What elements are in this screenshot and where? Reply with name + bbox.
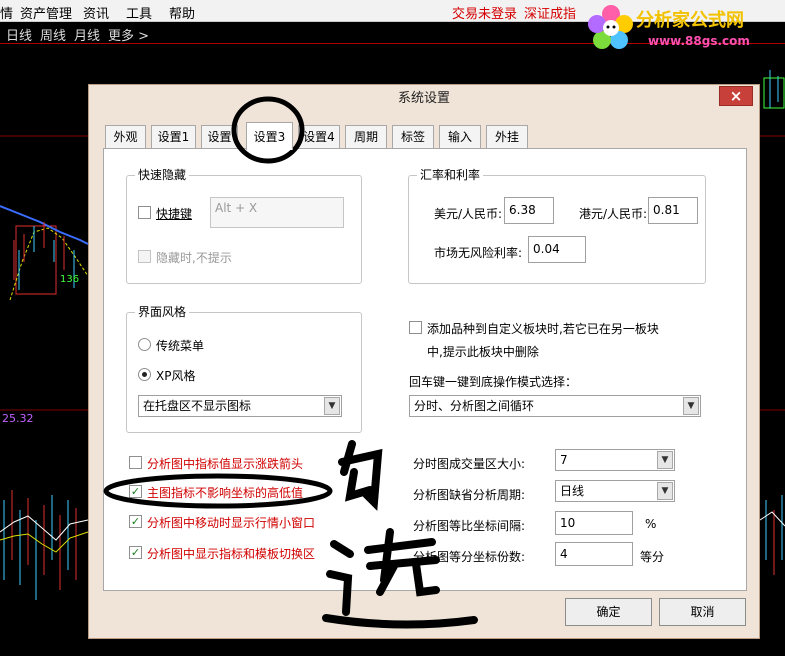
menu-item-quote[interactable]: 情 bbox=[0, 3, 13, 22]
option-checkbox-arrows[interactable] bbox=[129, 456, 142, 469]
custom-block-label-line2: 中,提示此板块中删除 bbox=[427, 345, 539, 359]
period-monthly[interactable]: 月线 bbox=[74, 25, 100, 44]
quick-hide-group bbox=[126, 175, 362, 284]
svg-text:136: 136 bbox=[60, 274, 79, 285]
volume-size-value: 7 bbox=[560, 453, 568, 467]
option-checkbox-main-indicator[interactable]: ✓ bbox=[129, 485, 142, 498]
classic-menu-label: 传统菜单 bbox=[156, 339, 205, 353]
enter-mode-select[interactable]: 分时、分析图之间循环 ▼ bbox=[409, 395, 701, 417]
tab-settings1[interactable]: 设置1 bbox=[151, 125, 196, 149]
option-label-main-indicator: 主图指标不影响坐标的高低值 bbox=[147, 486, 304, 500]
rates-title: 汇率和利率 bbox=[417, 166, 484, 183]
menu-item-news[interactable]: 资讯 bbox=[83, 3, 109, 22]
menu-item-assets[interactable]: 资产管理 bbox=[20, 3, 72, 22]
period-more[interactable]: 更多 > bbox=[108, 25, 149, 44]
default-period-value: 日线 bbox=[560, 484, 585, 498]
tab-panel-settings3: 快速隐藏 快捷键 Alt + X 隐藏时,不提示 汇率和利率 美元/人民币: 6… bbox=[103, 148, 747, 591]
system-settings-dialog: 系统设置 × 外观 设置1 设置 设置3 设置4 周期 标签 输入 外挂 快速隐… bbox=[88, 84, 760, 639]
dialog-title: 系统设置 bbox=[397, 91, 450, 106]
default-period-select[interactable]: 日线 ▼ bbox=[555, 480, 675, 502]
chevron-down-icon[interactable]: ▼ bbox=[657, 451, 673, 469]
enter-mode-label: 回车键一键到底操作模式选择： bbox=[409, 375, 578, 389]
hotkey-input[interactable]: Alt + X bbox=[210, 197, 344, 228]
tab-settings3[interactable]: 设置3 bbox=[246, 122, 293, 150]
riskfree-rate-label: 市场无风险利率: bbox=[434, 246, 523, 260]
chevron-down-icon[interactable]: ▼ bbox=[324, 397, 340, 415]
price-level-label: 25.32 bbox=[2, 412, 34, 425]
ui-style-title: 界面风格 bbox=[135, 303, 190, 320]
ratio-interval-unit: % bbox=[645, 517, 657, 531]
period-daily[interactable]: 日线 bbox=[6, 25, 32, 44]
tab-appearance[interactable]: 外观 bbox=[105, 125, 146, 149]
option-checkbox-mini-window[interactable]: ✓ bbox=[129, 515, 142, 528]
close-icon: × bbox=[729, 87, 743, 105]
xp-style-label: XP风格 bbox=[156, 369, 196, 383]
tab-input[interactable]: 输入 bbox=[439, 125, 481, 149]
divide-count-label: 分析图等分坐标份数: bbox=[413, 550, 526, 564]
usd-rate-input[interactable]: 6.38 bbox=[504, 197, 554, 224]
custom-block-label-line1: 添加品种到自定义板块时,若它已在另一板块 bbox=[427, 322, 659, 336]
ok-button[interactable]: 确定 bbox=[565, 598, 652, 626]
option-label-mini-window: 分析图中移动时显示行情小窗口 bbox=[147, 516, 316, 530]
ratio-interval-input[interactable]: 10 bbox=[555, 511, 633, 535]
rates-group bbox=[408, 175, 706, 284]
divide-count-input[interactable]: 4 bbox=[555, 542, 633, 566]
index-link[interactable]: 深证成指 bbox=[524, 3, 576, 22]
divide-count-unit: 等分 bbox=[640, 550, 665, 564]
tab-settings4[interactable]: 设置4 bbox=[298, 125, 340, 149]
logo-title: 分析家公式网 bbox=[636, 10, 744, 31]
menu-item-help[interactable]: 帮助 bbox=[169, 3, 195, 22]
tab-labels[interactable]: 标签 bbox=[392, 125, 434, 149]
period-weekly[interactable]: 周线 bbox=[40, 25, 66, 44]
menu-item-tools[interactable]: 工具 bbox=[126, 3, 152, 22]
tab-period[interactable]: 周期 bbox=[345, 125, 387, 149]
chevron-down-icon[interactable]: ▼ bbox=[683, 397, 699, 415]
hkd-rate-label: 港元/人民币: bbox=[579, 207, 648, 221]
chevron-down-icon[interactable]: ▼ bbox=[657, 482, 673, 500]
tray-icon-select[interactable]: 在托盘区不显示图标 ▼ bbox=[138, 395, 342, 417]
volume-size-select[interactable]: 7 ▼ bbox=[555, 449, 675, 471]
tab-settings2[interactable]: 设置 bbox=[201, 125, 238, 149]
usd-rate-label: 美元/人民币: bbox=[434, 207, 503, 221]
no-prompt-checkbox[interactable] bbox=[138, 250, 151, 263]
enter-mode-select-value: 分时、分析图之间循环 bbox=[414, 399, 535, 413]
radio-classic-menu[interactable] bbox=[138, 338, 151, 351]
radio-xp-style[interactable] bbox=[138, 368, 151, 381]
trade-login-status[interactable]: 交易未登录 bbox=[452, 3, 517, 22]
tray-icon-select-value: 在托盘区不显示图标 bbox=[143, 399, 252, 413]
riskfree-rate-input[interactable]: 0.04 bbox=[528, 236, 586, 263]
option-checkbox-switch-area[interactable]: ✓ bbox=[129, 546, 142, 559]
option-label-arrows: 分析图中指标值显示涨跌箭头 bbox=[147, 457, 304, 471]
hkd-rate-input[interactable]: 0.81 bbox=[648, 197, 698, 224]
ratio-interval-label: 分析图等比坐标间隔: bbox=[413, 519, 526, 533]
no-prompt-label: 隐藏时,不提示 bbox=[156, 251, 232, 265]
hotkey-checkbox[interactable] bbox=[138, 206, 151, 219]
quick-hide-title: 快速隐藏 bbox=[135, 166, 190, 183]
custom-block-checkbox[interactable] bbox=[409, 321, 422, 334]
default-period-label: 分析图缺省分析周期: bbox=[413, 488, 526, 502]
cancel-button[interactable]: 取消 bbox=[659, 598, 746, 626]
option-label-switch-area: 分析图中显示指标和模板切换区 bbox=[147, 547, 316, 561]
tab-plugins[interactable]: 外挂 bbox=[486, 125, 528, 149]
hotkey-label: 快捷键 bbox=[156, 207, 193, 221]
close-button[interactable]: × bbox=[719, 86, 753, 106]
volume-size-label: 分时图成交量区大小: bbox=[413, 457, 526, 471]
